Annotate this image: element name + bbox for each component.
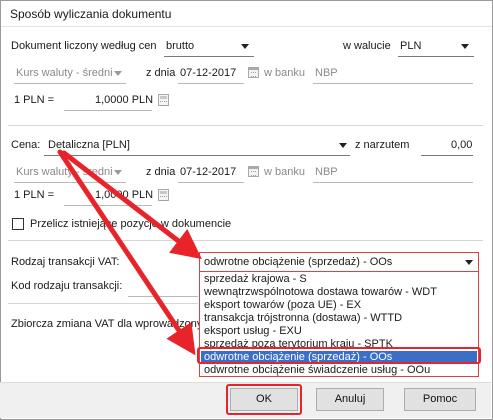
vat-option[interactable]: wewnątrzwspólnotowa dostawa towarów - WD… xyxy=(204,286,437,299)
chevron-down-icon xyxy=(465,260,473,265)
currency-underline xyxy=(398,56,474,57)
calc-type-dropdown[interactable]: brutto xyxy=(164,38,254,55)
vat-code-label: Kod rodzaju transakcji: xyxy=(11,280,123,292)
cancel-button[interactable]: Anuluj xyxy=(316,388,384,411)
vat-option[interactable]: odwrotne obciążenie świadczenie usług - … xyxy=(204,364,430,377)
chevron-down-icon xyxy=(461,44,469,49)
vat-option[interactable]: eksport usług - EXU xyxy=(204,325,302,338)
price-underline xyxy=(44,155,350,156)
calculator-icon xyxy=(158,189,169,201)
calculator-icon xyxy=(158,94,169,106)
calc-type-label: Dokument liczony według cen xyxy=(11,40,157,52)
rate-type-underline xyxy=(14,83,126,84)
vat-type-value: odwrotne obciążenie (sprzedaż) - OOs xyxy=(204,256,393,268)
rate2-type-underline xyxy=(14,182,126,183)
vat-type-dropdown[interactable]: odwrotne obciążenie (sprzedaż) - OOs xyxy=(199,252,479,272)
pln-value: 1,0000 PLN xyxy=(95,94,154,106)
vat-option[interactable]: transakcja trójstronna (dostawa) - WTTD xyxy=(204,312,402,325)
markup-underline xyxy=(421,155,473,156)
rate-type-value: Kurs waluty - średni xyxy=(16,67,113,79)
price-dropdown[interactable]: Detaliczna [PLN] xyxy=(44,137,350,154)
currency-dropdown[interactable]: PLN xyxy=(398,38,474,55)
pln2-label: 1 PLN = xyxy=(14,189,55,201)
title-bar: Sposób wyliczania dokumentu xyxy=(1,1,492,27)
rate2-type-value: Kurs waluty - średni xyxy=(16,166,113,178)
chevron-down-icon xyxy=(114,71,122,76)
markup-label: z narzutem xyxy=(355,139,410,151)
pln-label: 1 PLN = xyxy=(14,94,55,106)
vat-option[interactable]: sprzedaż krajowa - S xyxy=(204,273,307,286)
vat-code-underline xyxy=(128,296,198,297)
date2-underline xyxy=(178,182,244,183)
ok-button-highlight xyxy=(226,384,302,415)
chevron-down-icon xyxy=(241,44,249,49)
bank2-underline xyxy=(313,182,473,183)
recalc-checkbox[interactable] xyxy=(12,218,24,230)
date-value: 07-12-2017 xyxy=(180,67,237,79)
rate-type-dropdown: Kurs waluty - średni xyxy=(14,65,126,82)
price-label: Cena: xyxy=(11,139,41,151)
price-value: Detaliczna [PLN] xyxy=(48,139,130,151)
chevron-down-icon xyxy=(114,170,122,175)
bank2-label: w banku xyxy=(264,166,305,178)
calendar-icon xyxy=(248,67,259,78)
calc-type-underline xyxy=(164,56,254,57)
vat-type-label: Rodzaj transakcji VAT: xyxy=(11,256,120,268)
selected-option-highlight xyxy=(197,347,481,364)
rate2-type-dropdown: Kurs waluty - średni xyxy=(14,164,126,181)
currency-value: PLN xyxy=(400,40,422,52)
bank-underline xyxy=(313,83,473,84)
dialog-title: Sposób wyliczania dokumentu xyxy=(10,7,172,21)
separator xyxy=(8,125,483,126)
calc-type-value: brutto xyxy=(166,40,195,52)
date-label: z dnia xyxy=(146,67,176,79)
pln-underline xyxy=(64,110,152,111)
vat-bulk-label: Zbiorcza zmiana VAT dla wprowadzonych xyxy=(11,318,214,330)
bank-value: NBP xyxy=(315,67,338,79)
pln2-underline xyxy=(64,205,152,206)
date2-label: z dnia xyxy=(146,166,176,178)
vat-option[interactable]: eksport towarów (poza UE) - EX xyxy=(204,299,361,312)
separator xyxy=(8,303,198,304)
date-underline xyxy=(178,83,244,84)
markup-value[interactable]: 0,00 xyxy=(451,139,472,151)
date2-value: 07-12-2017 xyxy=(180,166,237,178)
currency-label: w walucie xyxy=(343,40,391,52)
chevron-down-icon xyxy=(339,143,347,148)
calendar-icon xyxy=(248,166,259,177)
bank2-value: NBP xyxy=(315,166,338,178)
help-button[interactable]: Pomoc xyxy=(404,388,476,411)
bank-label: w banku xyxy=(264,67,305,79)
recalc-label: Przelicz istniejące pozycje w dokumencie xyxy=(30,218,232,230)
pln2-value: 1,0000 PLN xyxy=(95,189,154,201)
separator xyxy=(8,240,483,241)
